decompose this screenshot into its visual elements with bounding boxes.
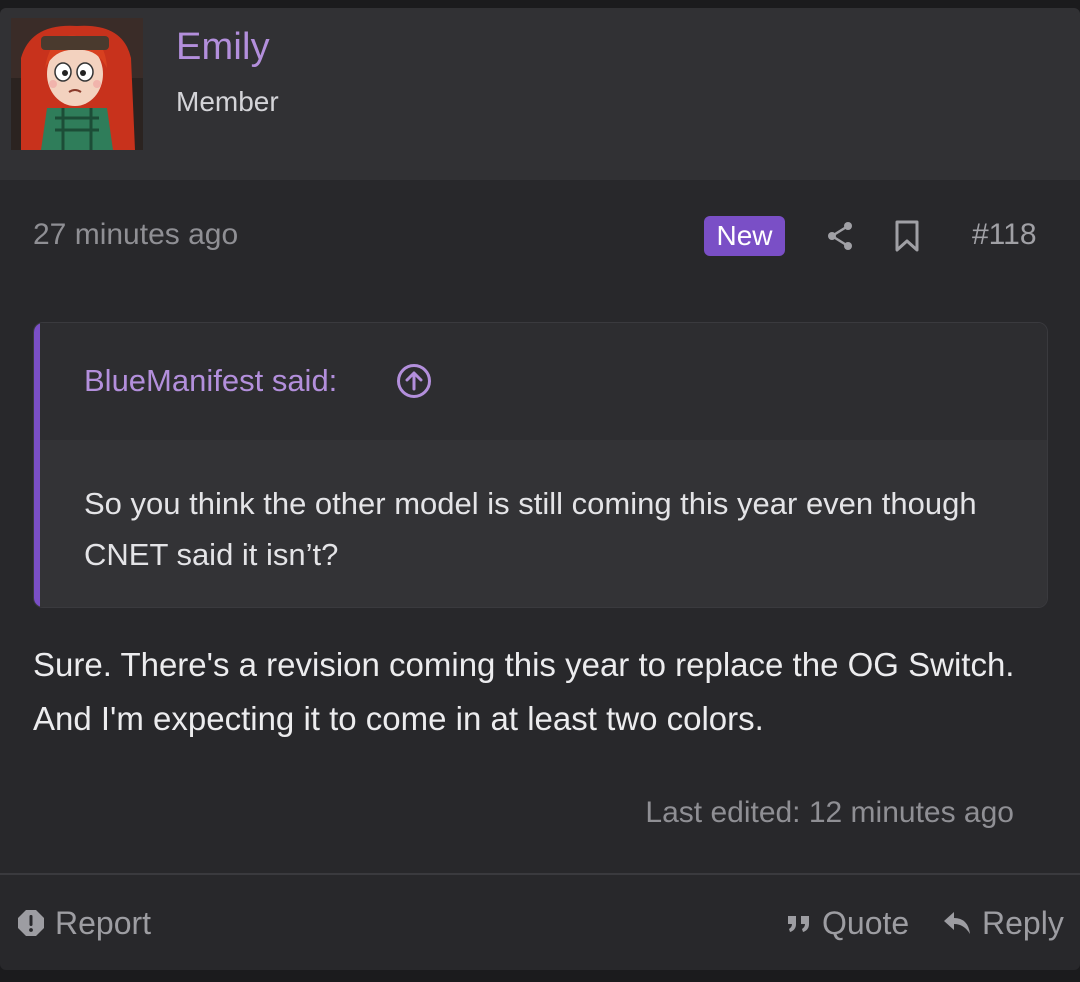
user-title: Member bbox=[176, 86, 279, 117]
quote-header: BlueManifest said: bbox=[40, 323, 1047, 440]
quote-text: So you think the other model is still co… bbox=[84, 486, 977, 572]
user-header: Emily Member bbox=[0, 8, 1080, 180]
forum-post-page: Emily Member 27 minutes ago New #118 Blu… bbox=[0, 0, 1080, 982]
post-footer: Report Quote Reply bbox=[0, 875, 1080, 970]
new-badge: New bbox=[704, 216, 785, 256]
reply-arrow-icon bbox=[944, 912, 970, 934]
quote-block: BlueManifest said: So you think the othe… bbox=[33, 322, 1048, 608]
quote-body: So you think the other model is still co… bbox=[40, 440, 1047, 607]
post-timestamp[interactable]: 27 minutes ago bbox=[33, 218, 238, 252]
report-label: Report bbox=[55, 904, 152, 941]
report-button[interactable]: Report bbox=[17, 903, 151, 943]
quote-label: Quote bbox=[822, 904, 910, 941]
arrow-up-circle-icon[interactable] bbox=[396, 363, 432, 399]
quote-author[interactable]: BlueManifest said: bbox=[84, 363, 337, 399]
post-message: Sure. There's a revision coming this yea… bbox=[33, 646, 1015, 737]
post-meta: 27 minutes ago New #118 bbox=[0, 180, 1080, 290]
share-icon[interactable] bbox=[826, 221, 854, 251]
alert-icon bbox=[18, 910, 44, 936]
quote-button[interactable]: Quote bbox=[786, 903, 909, 943]
bookmark-icon[interactable] bbox=[893, 220, 921, 252]
reply-button[interactable]: Reply bbox=[942, 903, 1064, 943]
quote-marks-icon bbox=[788, 916, 809, 932]
reply-label: Reply bbox=[982, 904, 1064, 941]
avatar[interactable] bbox=[11, 18, 143, 150]
post-number[interactable]: #118 bbox=[972, 218, 1037, 252]
post: 27 minutes ago New #118 BlueManifest sai… bbox=[0, 180, 1080, 970]
username[interactable]: Emily bbox=[176, 26, 270, 69]
last-edited: Last edited: 12 minutes ago bbox=[645, 796, 1014, 829]
avatar-illustration bbox=[11, 18, 143, 150]
